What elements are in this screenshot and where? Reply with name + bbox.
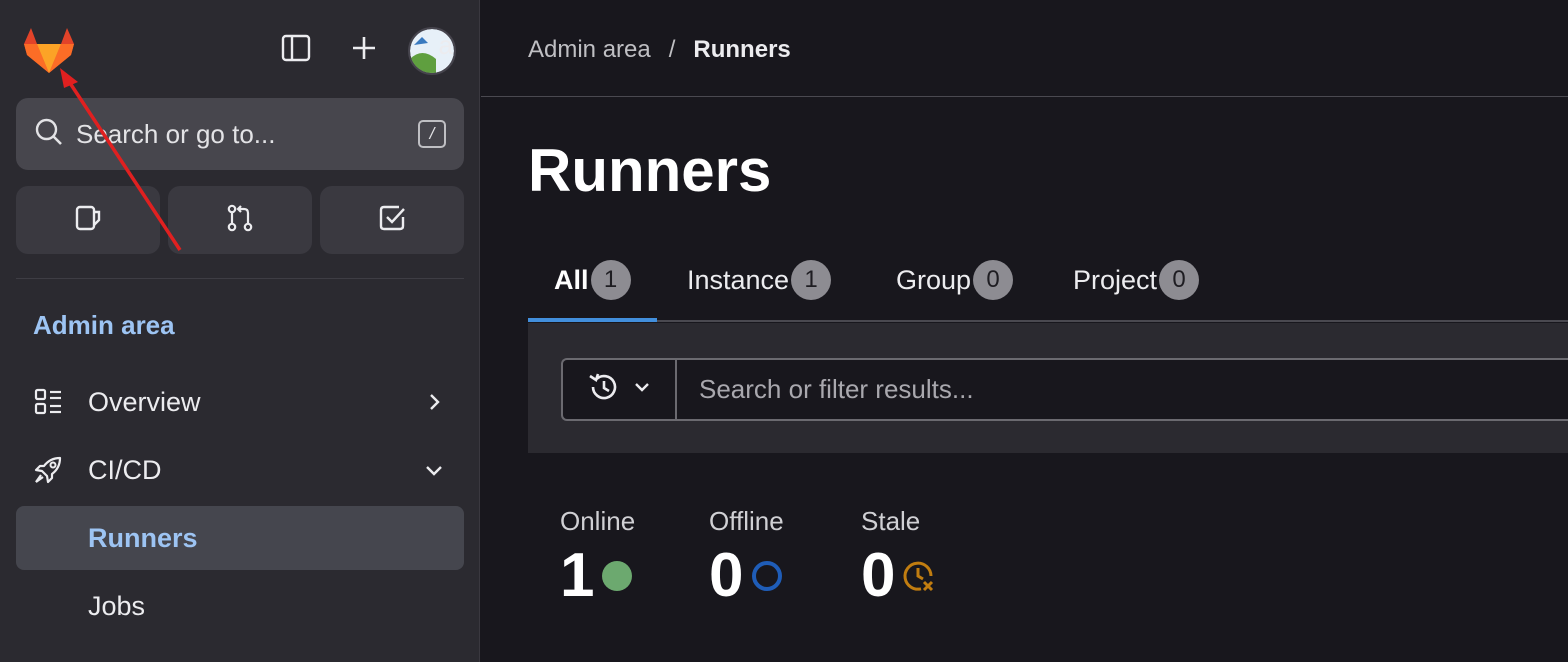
user-avatar[interactable]: a [408,27,456,75]
tab-group[interactable]: Group 0 [896,240,1014,320]
issues-button[interactable] [16,186,160,254]
tab-label: Group [896,264,972,295]
app-window: a Search or go to... / Admin area Overvi… [0,0,1568,662]
stat-online: Online 1 [560,506,635,607]
global-search-input[interactable]: Search or go to... / [16,98,464,170]
sidebar-toggle-icon [281,33,311,68]
sidebar-divider [16,278,464,279]
overview-grid-icon [30,384,66,420]
sidebar-section-title[interactable]: Admin area [33,310,175,341]
recent-searches-button[interactable] [563,360,677,419]
sidebar-item-cicd[interactable]: CI/CD [16,438,464,502]
status-stale-clock-icon [901,558,937,594]
search-placeholder: Search or go to... [76,118,276,149]
issues-icon [73,203,103,238]
breadcrumb-current[interactable]: Runners [693,36,790,64]
status-online-dot-icon [600,559,634,593]
tab-label: All [554,264,589,295]
filter-bar: Search or filter results... [528,323,1568,453]
breadcrumb: Admin area / Runners [528,36,791,64]
search-icon [34,117,64,152]
sidebar-toggle-button[interactable] [274,28,318,72]
tab-all[interactable]: All 1 [528,240,656,322]
chevron-down-icon [422,458,446,482]
avatar-letter: a [438,30,453,60]
sidebar-item-overview[interactable]: Overview [16,370,464,434]
rocket-icon [30,452,66,488]
tab-label: Project [1073,264,1158,295]
merge-requests-button[interactable] [168,186,312,254]
stat-label: Stale [861,506,921,536]
tab-count-badge: 0 [973,260,1014,300]
sidebar-item-label: CI/CD [88,454,162,485]
main-content: Admin area / Runners Runners All 1 Insta… [481,0,1568,662]
tab-project[interactable]: Project 0 [1073,240,1200,320]
stat-value: 1 [560,541,595,610]
sidebar-subitem-jobs[interactable]: Jobs [16,574,464,638]
runner-type-tabs: All 1 Instance 1 Group 0 Project 0 [528,240,1568,322]
breadcrumb-admin-area[interactable]: Admin area [528,36,651,64]
tab-count-badge: 1 [590,260,631,300]
chevron-right-icon [422,390,446,414]
filtered-search: Search or filter results... [561,358,1568,421]
stat-value: 0 [709,541,744,610]
plus-icon [350,34,378,67]
tab-instance[interactable]: Instance 1 [687,240,832,320]
sidebar-item-label: Overview [88,386,201,417]
sidebar-subitem-runners[interactable]: Runners [16,506,464,570]
tab-count-badge: 0 [1159,260,1200,300]
stat-value: 0 [861,541,896,610]
page-title: Runners [528,137,772,204]
filter-search-input[interactable]: Search or filter results... [677,360,1568,419]
keyboard-shortcut-badge: / [418,120,446,148]
breadcrumb-separator: / [668,36,676,63]
stat-stale: Stale 0 [861,506,937,607]
stat-label: Online [560,506,636,536]
header-divider [481,96,1568,97]
gitlab-logo-icon[interactable] [22,24,76,76]
stat-offline: Offline 0 [709,506,785,607]
tab-count-badge: 1 [791,260,832,300]
todos-button[interactable] [320,186,464,254]
sidebar: a Search or go to... / Admin area Overvi… [0,0,480,662]
history-icon [587,370,621,409]
chevron-down-icon [633,378,651,401]
create-new-button[interactable] [342,28,386,72]
status-offline-ring-icon [749,559,785,593]
stat-label: Offline [709,506,784,536]
tab-label: Instance [687,264,790,295]
merge-request-icon [225,203,255,238]
todo-checkbox-icon [377,203,407,238]
